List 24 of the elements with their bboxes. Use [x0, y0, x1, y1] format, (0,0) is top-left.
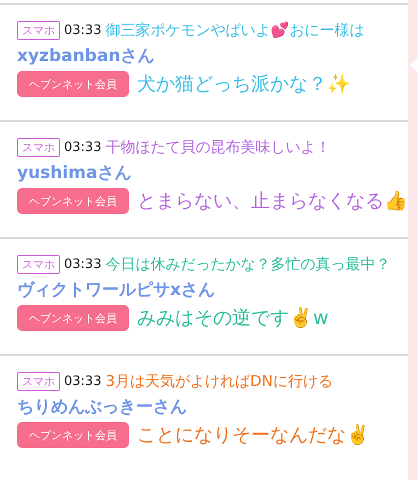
user-name-link[interactable]: xyzbanbanさん — [17, 44, 408, 67]
handwritten-caption: 犬か猫どっち派かな？✨ — [137, 72, 351, 97]
post-time: 03:33 — [64, 257, 102, 272]
user-name-link[interactable]: ちりめんぶっきーさん — [17, 395, 408, 418]
post-time: 03:33 — [64, 23, 102, 38]
member-badge[interactable]: ヘブンネット会員 — [17, 305, 129, 331]
handwritten-caption: みみはその逆です✌w — [137, 306, 329, 331]
member-badge[interactable]: ヘブンネット会員 — [17, 188, 129, 214]
handwritten-caption: 3月は天気がよければDNに行ける — [105, 372, 333, 391]
device-tag: スマホ — [17, 372, 60, 391]
handwritten-caption: 干物ほたて貝の昆布美味しいよ！ — [105, 138, 330, 157]
handwritten-caption: 今日は休みだったかな？多忙の真っ最中？ — [105, 255, 390, 274]
member-badge[interactable]: ヘブンネット会員 — [17, 71, 129, 97]
handwritten-caption: 御三家ポケモンやばいよ💕おにー様は — [105, 21, 364, 40]
device-tag: スマホ — [17, 255, 60, 274]
member-badge[interactable]: ヘブンネット会員 — [17, 422, 129, 448]
user-name-link[interactable]: yushimaさん — [17, 161, 408, 184]
user-name-link[interactable]: ヴィクトワールピサxさん — [17, 278, 408, 301]
post-time: 03:33 — [64, 140, 102, 155]
device-tag: スマホ — [17, 138, 60, 157]
post-time: 03:33 — [64, 374, 102, 389]
device-tag: スマホ — [17, 21, 60, 40]
handwritten-caption: とまらない、止まらなくなる👍 — [137, 189, 408, 214]
handwritten-caption: ことになりそーなんだな✌ — [137, 423, 370, 448]
